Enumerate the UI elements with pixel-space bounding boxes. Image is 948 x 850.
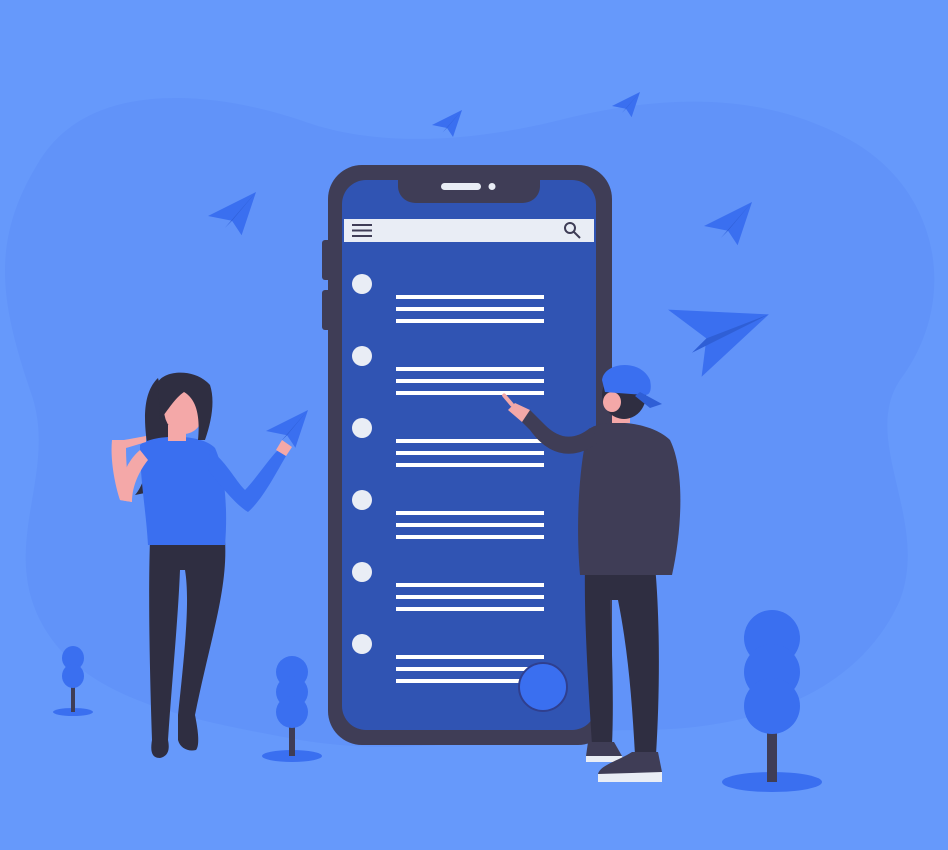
- smartphone: [322, 165, 612, 745]
- illustration-canvas: [5, 92, 935, 792]
- app-search-bar[interactable]: [344, 219, 594, 242]
- floating-action-button[interactable]: [518, 662, 568, 712]
- phone-notch: [398, 178, 540, 203]
- paper-plane-icon: [432, 110, 462, 137]
